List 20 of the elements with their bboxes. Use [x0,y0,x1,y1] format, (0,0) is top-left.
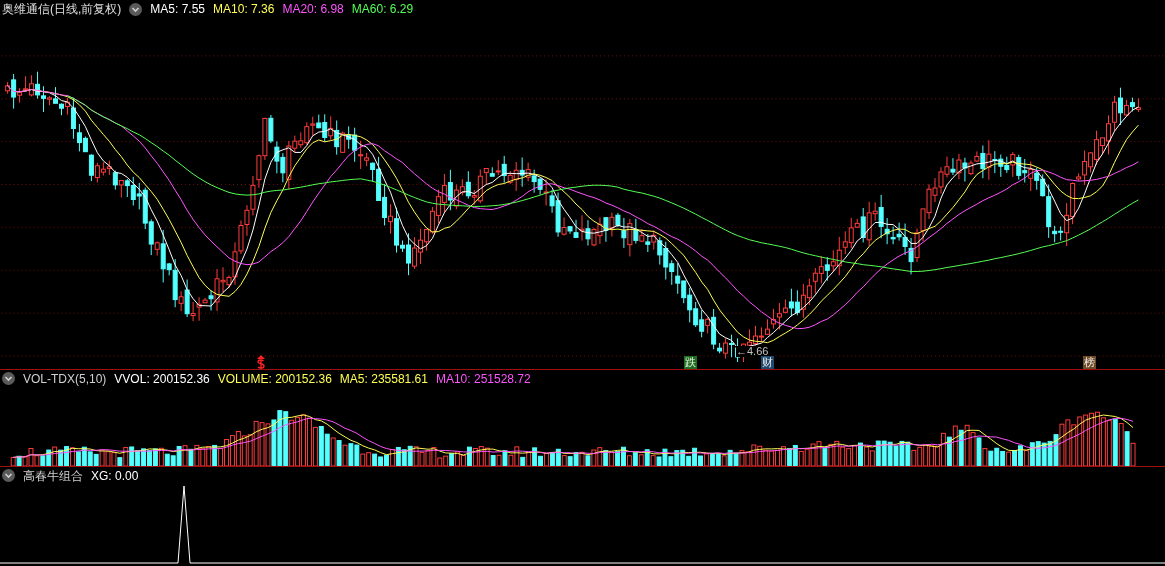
chevron-down-icon[interactable] [129,2,143,16]
low-price-label: ←4.66 [736,346,769,357]
chevron-down-icon[interactable] [2,372,15,385]
signal-marker: 榜 [1083,356,1096,369]
legend-value: VVOL: 200152.36 [114,370,210,388]
stock-title: 奥维通信(日线,前复权) [2,1,122,18]
indicator-title: VOL-TDX(5,10) [23,370,107,388]
legend-value: MA5: 7.55 [150,1,206,18]
legend-value: MA20: 6.98 [282,1,344,18]
indicator-title: 高春牛组合 [23,467,83,485]
signal-marker: 财 [761,356,774,369]
dollar-arrow-icon [256,355,266,369]
legend-value: MA10: 7.36 [213,1,275,18]
legend-value: XG: 0.00 [91,467,139,485]
legend-value: VOLUME: 200152.36 [217,370,332,388]
chevron-down-icon[interactable] [2,469,15,482]
legend-value: MA5: 235581.61 [339,370,428,388]
signal-marker: 跌 [684,356,697,369]
legend-value: MA60: 6.29 [351,1,414,18]
legend-value: MA10: 251528.72 [435,370,531,388]
